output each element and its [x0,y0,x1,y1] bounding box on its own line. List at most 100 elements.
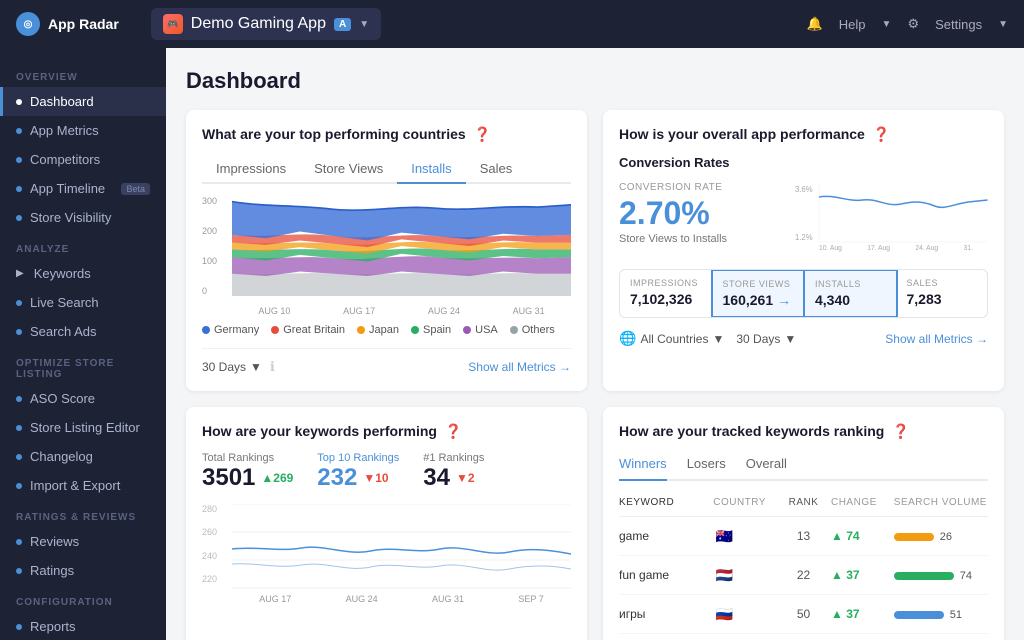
keywords-card: How are your keywords performing ❓ Total… [186,407,587,640]
legend-others: Others [510,324,555,336]
countries-legend: Germany Great Britain Japan Spain USA Ot… [202,324,571,336]
sidebar-item-aso-score[interactable]: ASO Score [0,384,166,413]
settings-button[interactable]: Settings [935,17,982,32]
tab-sales[interactable]: Sales [466,155,527,184]
topnav-right: 🔔 Help ▼ ⚙ Settings ▼ [807,16,1008,32]
sidebar-item-competitors[interactable]: Competitors [0,145,166,174]
app-selector[interactable]: 🎮 Demo Gaming App A ▼ [151,8,381,40]
sidebar-item-dashboard[interactable]: Dashboard [0,87,166,116]
sidebar-item-changelog[interactable]: Changelog [0,442,166,471]
top10-change: ▼10 [363,471,388,485]
japan-dot [357,326,365,334]
dot-icon [16,483,22,489]
tab-store-views[interactable]: Store Views [300,155,397,184]
dot-icon [16,396,22,402]
logo[interactable]: ◎ App Radar [16,12,119,36]
dot-icon [16,300,22,306]
kw-top10: Top 10 Rankings 232 ▼10 [317,452,399,492]
tab-winners[interactable]: Winners [619,452,667,481]
perf-show-all[interactable]: Show all Metrics → [885,332,988,346]
kw-total: Total Rankings 3501 ▲269 [202,452,293,492]
rankings-x-labels: AUG 17 AUG 24 AUG 31 SEP 7 [232,594,571,604]
globe-icon: 🌐 [619,330,636,347]
tab-losers[interactable]: Losers [687,452,726,481]
help-tracked-icon: ❓ [892,423,909,439]
main-content: Dashboard What are your top performing c… [166,48,1024,640]
dot-icon [16,128,22,134]
help-kw-icon: ❓ [445,423,462,439]
app-icon: 🎮 [163,14,183,34]
germany-dot [202,326,210,334]
change-up: ▲ 37 [831,607,894,621]
sidebar-item-import-export[interactable]: Import & Export [0,471,166,500]
sidebar-item-search-ads[interactable]: Search Ads [0,317,166,346]
top-countries-card: What are your top performing countries ❓… [186,110,587,391]
winners-tab-bar: Winners Losers Overall [619,452,988,481]
conversion-body: CONVERSION RATE 2.70% Store Views to Ins… [619,182,988,257]
vol-bar [894,611,944,619]
rankings-chart-svg [232,504,571,584]
time-select[interactable]: 30 Days ▼ [202,360,262,374]
flag-nl: 🇳🇱 [713,564,735,586]
dot-icon [16,568,22,574]
metric-store-views: STORE VIEWS 160,261 → [711,269,806,318]
sidebar-item-app-timeline[interactable]: App Timeline Beta [0,174,166,203]
table-row: игры 🇷🇺 50 ▲ 37 51 [619,595,988,634]
active-indicator [16,99,22,105]
vol-bar [894,533,934,541]
countries-card-footer: 30 Days ▼ ℹ Show all Metrics → [202,348,571,375]
chevron-time-icon: ▼ [784,332,796,346]
app-store-badge: A [334,18,351,31]
sidebar-item-store-visibility[interactable]: Store Visibility [0,203,166,232]
flag-ru: 🇷🇺 [713,603,735,625]
logo-text: App Radar [48,16,119,32]
sidebar-item-reviews[interactable]: Reviews [0,527,166,556]
svg-text:24. Aug: 24. Aug [916,245,939,252]
legend-gb: Great Britain [271,324,345,336]
legend-japan: Japan [357,324,399,336]
sidebar-item-keywords[interactable]: ▶ Keywords [0,259,166,288]
spain-dot [411,326,419,334]
rankings-chart: 280 260 240 220 [202,504,571,604]
tab-impressions[interactable]: Impressions [202,155,300,184]
help-button[interactable]: Help [839,17,866,32]
gb-dot [271,326,279,334]
sidebar-item-store-listing-editor[interactable]: Store Listing Editor [0,413,166,442]
dot-icon [16,539,22,545]
top-countries-title: What are your top performing countries ❓ [202,126,571,143]
table-row: arcade game 🇬🇧 51 ▲ 36 11 [619,634,988,640]
page-title: Dashboard [186,68,1004,94]
y-axis-labels: 300 200 100 0 [202,196,232,296]
show-all-metrics[interactable]: Show all Metrics → [468,360,571,374]
sidebar-item-app-metrics[interactable]: App Metrics [0,116,166,145]
metrics-row: IMPRESSIONS 7,102,326 STORE VIEWS 160,26… [619,269,988,318]
app-performance-title: How is your overall app performance ❓ [619,126,988,143]
perf-time-select[interactable]: 30 Days ▼ [736,332,796,346]
num1-change: ▼2 [456,471,475,485]
conv-rate-value: 2.70% [619,197,779,229]
tracked-keywords-card: How are your tracked keywords ranking ❓ … [603,407,1004,640]
optimize-section-label: OPTIMIZE STORE LISTING [0,346,166,384]
arrow-icon: ▶ [16,268,24,279]
conv-rate-sub: Store Views to Installs [619,233,779,245]
tab-overall[interactable]: Overall [746,452,787,481]
keywords-title: How are your keywords performing ❓ [202,423,571,440]
kw-table-header: KEYWORD COUNTRY RANK CHANGE SEARCH VOLUM… [619,493,988,517]
sidebar-item-live-search[interactable]: Live Search [0,288,166,317]
all-countries-select[interactable]: 🌐 All Countries ▼ [619,330,724,347]
flag-au: 🇦🇺 [713,525,735,547]
notification-icon[interactable]: 🔔 [807,16,823,32]
x-axis-labels: AUG 10 AUG 17 AUG 24 AUG 31 [232,306,571,316]
chevron-down-icon: ▼ [250,360,262,374]
sidebar-item-ratings[interactable]: Ratings [0,556,166,585]
dot-icon [16,186,22,192]
app-performance-card: How is your overall app performance ❓ Co… [603,110,1004,391]
sidebar-item-reports[interactable]: Reports [0,612,166,640]
dot-icon [16,624,22,630]
conv-left: CONVERSION RATE 2.70% Store Views to Ins… [619,182,779,245]
dashboard-grid: What are your top performing countries ❓… [186,110,1004,640]
sidebar: OVERVIEW Dashboard App Metrics Competito… [0,48,166,640]
tracked-kw-title: How are your tracked keywords ranking ❓ [619,423,988,440]
total-change: ▲269 [261,471,293,485]
tab-installs[interactable]: Installs [397,155,465,184]
